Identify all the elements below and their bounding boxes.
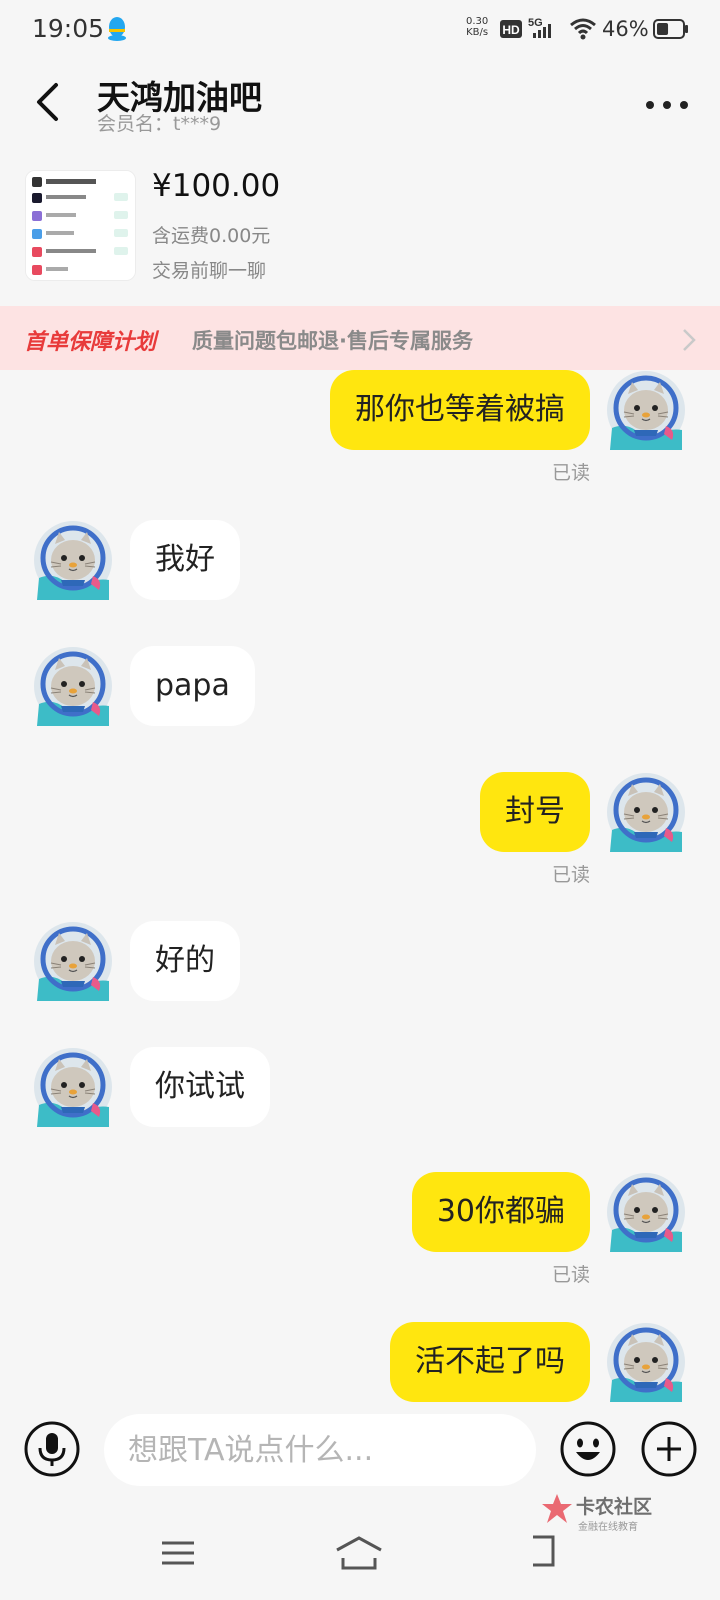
avatar[interactable] [606, 1172, 686, 1252]
incoming-message-bubble[interactable]: 好的 [130, 921, 240, 1001]
outgoing-message-bubble[interactable]: 那你也等着被搞 [330, 370, 590, 450]
avatar[interactable] [33, 921, 113, 1001]
watermark-subtitle: 金融在线教育 [578, 1522, 638, 1533]
avatar[interactable] [33, 646, 113, 726]
microphone-icon[interactable] [23, 1420, 81, 1482]
outgoing-message-bubble[interactable]: 30你都骗 [411, 1172, 590, 1252]
avatar[interactable] [33, 1047, 113, 1127]
incoming-message-bubble[interactable]: 我好 [130, 520, 240, 600]
outgoing-message-bubble[interactable]: 活不起了吗 [390, 1322, 590, 1402]
system-navigation-bar: 卡农社区 金融在线教育 [0, 1494, 720, 1600]
member-name: 会员名：t***9 [97, 113, 222, 135]
network-speed-value: 0.30 [466, 16, 489, 27]
menu-icon[interactable] [161, 1540, 195, 1570]
incoming-message-bubble[interactable]: 你试试 [130, 1047, 270, 1127]
network-speed-unit: KB/s [466, 27, 489, 38]
chat-header: 天鸿加油吧 会员名：t***9 [0, 60, 720, 150]
battery-icon [653, 19, 689, 43]
read-receipt: 已读 [551, 462, 590, 484]
hd-icon: HD [500, 20, 522, 42]
shipping-fee: 含运费0.00元 [152, 225, 271, 247]
emoji-icon[interactable] [559, 1420, 617, 1482]
status-bar: 19:05 0.30 KB/s HD 5G 46% [0, 0, 720, 60]
back-arrow-icon[interactable] [34, 82, 60, 126]
status-time: 19:05 [32, 14, 105, 43]
guarantee-banner[interactable]: 首单保障计划 质量问题包邮退·售后专属服务 [0, 306, 720, 370]
battery-percentage: 46% [602, 17, 649, 41]
guarantee-title: 首单保障计划 [24, 330, 157, 355]
hd-label: HD [502, 23, 520, 37]
avatar[interactable] [33, 520, 113, 600]
watermark: 卡农社区 金融在线教育 [540, 1492, 652, 1533]
home-icon[interactable] [335, 1536, 383, 1574]
guarantee-description: 质量问题包邮退·售后专属服务 [192, 329, 473, 353]
read-receipt: 已读 [551, 864, 590, 886]
incoming-message-bubble[interactable]: papa [130, 646, 255, 726]
signal-5g-icon: 5G [528, 16, 554, 44]
message-input[interactable] [104, 1414, 536, 1486]
avatar[interactable] [606, 772, 686, 852]
avatar[interactable] [606, 370, 686, 450]
chat-before-trade-tip: 交易前聊一聊 [152, 260, 267, 282]
product-thumbnail [25, 170, 136, 281]
plus-icon[interactable] [640, 1420, 698, 1482]
chevron-right-icon [682, 328, 696, 356]
qq-notification-icon [106, 16, 128, 46]
system-back-icon[interactable] [531, 1534, 557, 1572]
wifi-icon [569, 18, 597, 44]
network-speed: 0.30 KB/s [466, 16, 488, 38]
network-type-label: 5G [528, 17, 543, 29]
avatar[interactable] [606, 1322, 686, 1402]
product-price: ¥100.00 [152, 168, 281, 204]
message-list[interactable]: 那你也等着被搞 已读 我好 papa 封号 已读 好的 你试试 30你都骗 已读… [0, 370, 720, 1402]
product-card[interactable]: ¥100.00 含运费0.00元 交易前聊一聊 [0, 150, 720, 306]
outgoing-message-bubble[interactable]: 封号 [480, 772, 590, 852]
read-receipt: 已读 [551, 1264, 590, 1286]
more-options-icon[interactable] [645, 95, 689, 114]
watermark-title: 卡农社区 [576, 1496, 653, 1518]
watermark-logo-icon [542, 1494, 572, 1523]
